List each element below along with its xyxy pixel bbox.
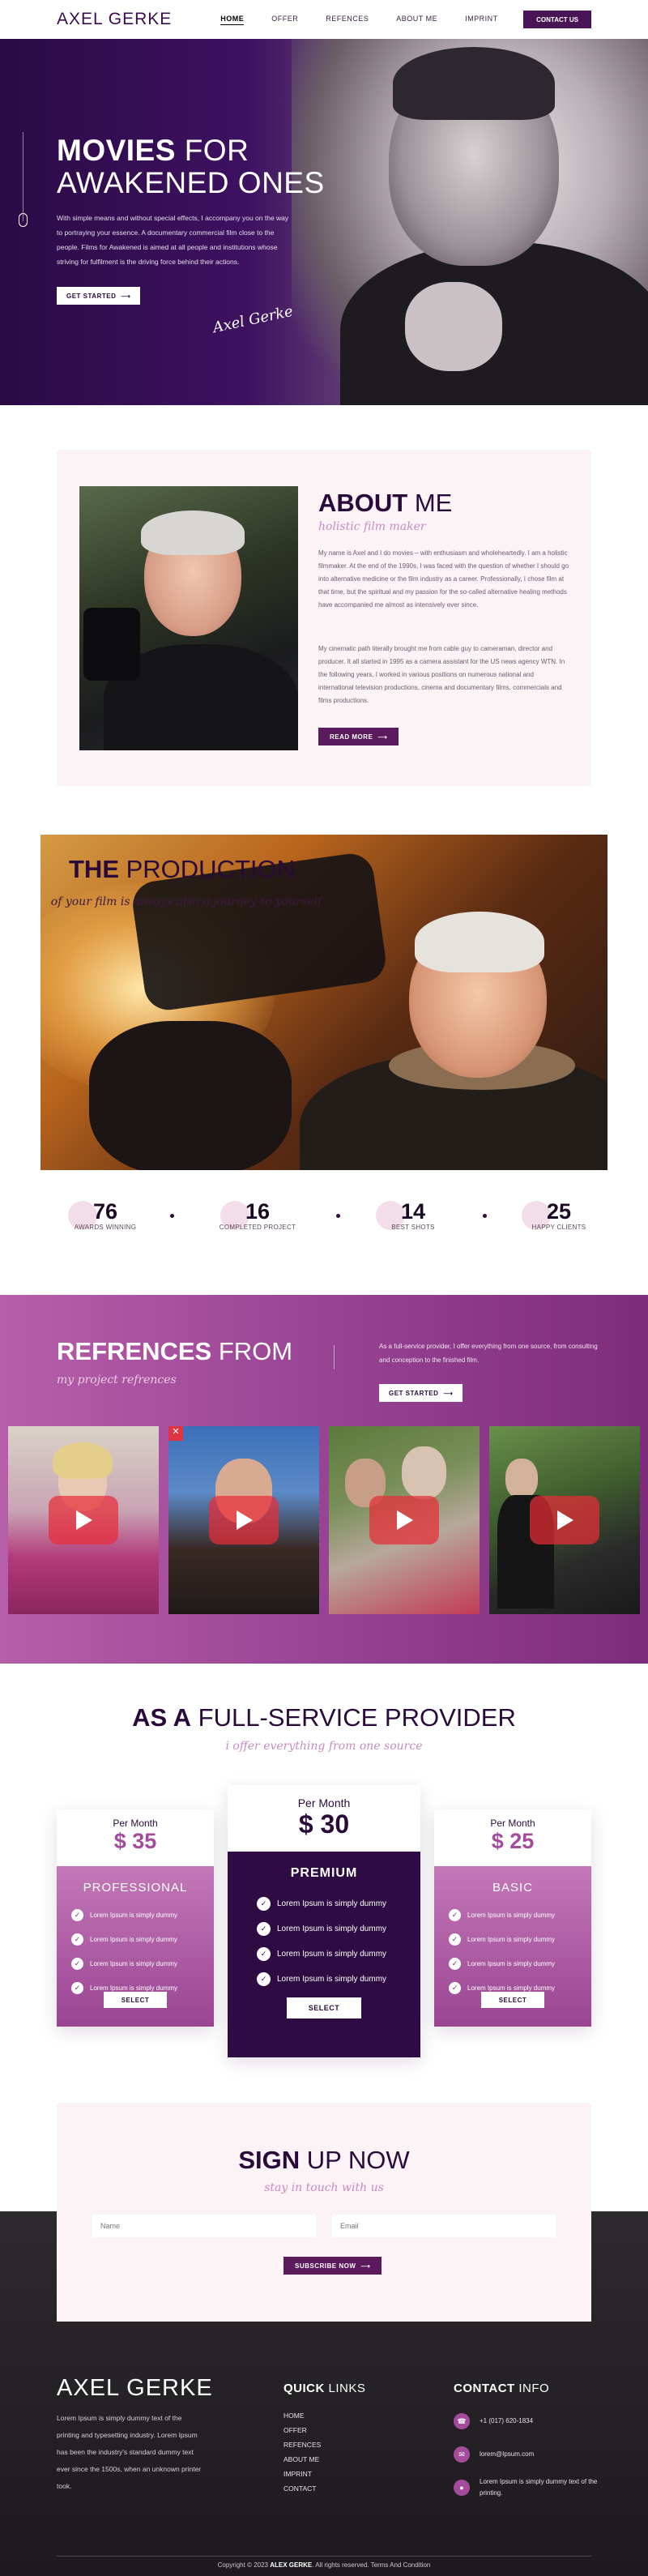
arrow-right-icon: ⟶: [121, 292, 131, 300]
hero-get-started-button[interactable]: GET STARTED ⟶: [57, 287, 141, 305]
signature: Axel Gerke: [211, 302, 295, 337]
play-icon[interactable]: [530, 1496, 599, 1544]
plan-card-professional: Per Month $ 35 PROFESSIONAL ✓ Lorem Ipsum…: [57, 1809, 214, 2027]
footer-link-contact[interactable]: CONTACT: [284, 2481, 321, 2496]
pricing-subtitle: i offer everything from one source: [225, 1740, 423, 1753]
stat-awards: 76 AWARDS WINNING: [57, 1199, 154, 1231]
check-icon: ✓: [71, 1909, 83, 1921]
references-title: REFRENCES FROM: [57, 1337, 293, 1365]
hero-photo: [292, 39, 648, 405]
scroll-mouse-icon: [19, 213, 28, 227]
stat-shots: 14 BEST SHOTS: [364, 1199, 462, 1231]
plan-card-premium: Per Month $ 30 PREMIUM ✓ Lorem Ipsum is s…: [228, 1785, 420, 2057]
signup-title: SIGN UP NOW: [238, 2146, 410, 2174]
play-icon[interactable]: [369, 1496, 439, 1544]
phone-icon: ☎: [454, 2413, 470, 2429]
check-icon: ✓: [71, 1958, 83, 1970]
references-subtitle: my project refrences: [57, 1373, 177, 1386]
nav-link-references[interactable]: REFENCES: [326, 15, 369, 25]
reference-video-4[interactable]: [489, 1426, 640, 1614]
about-title: ABOUT ME: [318, 489, 453, 517]
subscribe-button[interactable]: SUBSCRIBE NOW ⟶: [284, 2257, 382, 2275]
nav-links: HOME OFFER REFENCES ABOUT ME IMPRINT: [220, 15, 497, 25]
arrow-right-icon: ⟶: [443, 1389, 454, 1397]
production-section: THE PRODUCTION of your film is always al…: [40, 835, 608, 1170]
nav-link-about[interactable]: ABOUT ME: [396, 15, 437, 25]
contact-email[interactable]: ✉ lorem@Ipsum.com: [454, 2446, 599, 2463]
production-title: THE PRODUCTION: [69, 855, 295, 883]
select-button-premium[interactable]: SELECT: [287, 1997, 361, 2019]
footer-link-imprint[interactable]: IMPRINT: [284, 2467, 321, 2481]
nav-link-home[interactable]: HOME: [220, 15, 245, 25]
check-icon: ✓: [449, 1958, 461, 1970]
contact-address: ● Lorem Ipsum is simply dummy text of the…: [454, 2476, 599, 2499]
signup-section: SIGN UP NOW stay in touch with us SUBSCR…: [57, 2103, 591, 2322]
footer-link-references[interactable]: REFENCES: [284, 2437, 321, 2452]
references-section: REFRENCES FROM my project refrences As a…: [0, 1295, 648, 1664]
check-icon: ✓: [257, 1897, 271, 1911]
pricing-title: AS A FULL-SERVICE PROVIDER: [132, 1703, 516, 1732]
plan-price: $ 25: [491, 1829, 535, 1853]
about-photo: [79, 486, 298, 750]
play-icon[interactable]: [209, 1496, 279, 1544]
hero-section: MOVIES FOR AWAKENED ONES With simple mean…: [0, 39, 648, 405]
check-icon: ✓: [71, 1982, 83, 1994]
name-input[interactable]: [92, 2215, 316, 2237]
site-logo[interactable]: AXEL GERKE: [57, 10, 172, 29]
copyright: Copyright © 2023 ALEX GERKE. All rights …: [217, 2561, 431, 2569]
signup-subtitle: stay in touch with us: [264, 2181, 384, 2194]
plan-name: PROFESSIONAL: [83, 1881, 188, 1895]
stats-row: 76 AWARDS WINNING 16 COMPLETED PROJECT 1…: [57, 1199, 591, 1240]
plan-price: $ 35: [113, 1829, 157, 1853]
arrow-right-icon: ⟶: [377, 733, 388, 741]
play-icon[interactable]: [49, 1496, 118, 1544]
reference-video-3[interactable]: [329, 1426, 480, 1614]
about-subtitle: holistic film maker: [318, 520, 426, 533]
check-icon: ✓: [449, 1982, 461, 1994]
check-icon: ✓: [71, 1933, 83, 1946]
footer-link-offer[interactable]: OFFER: [284, 2423, 321, 2437]
footer-about: Lorem Ipsum is simply dummy text of the …: [57, 2414, 202, 2490]
about-section: ABOUT ME holistic film maker My name is …: [57, 450, 591, 786]
contact-phone[interactable]: ☎ +1 (017) 620-1834: [454, 2413, 599, 2429]
check-icon: ✓: [257, 1922, 271, 1936]
close-icon[interactable]: ✕: [168, 1426, 183, 1441]
select-button-professional[interactable]: SELECT: [104, 1992, 167, 2008]
contact-us-button[interactable]: CONTACT US: [523, 11, 591, 28]
stat-projects: 16 COMPLETED PROJECT: [219, 1199, 296, 1231]
hero-text: With simple means and without special ef…: [57, 214, 289, 266]
check-icon: ✓: [257, 1972, 271, 1986]
references-text: As a full-service provider, I offer ever…: [379, 1343, 598, 1364]
check-icon: ✓: [257, 1947, 271, 1961]
reference-video-2[interactable]: ✕: [168, 1426, 319, 1614]
plan-card-basic: Per Month $ 25 BASIC ✓ Lorem Ipsum is sim…: [434, 1809, 591, 2027]
references-get-started-button[interactable]: GET STARTED ⟶: [379, 1384, 463, 1402]
production-subtitle: of your film is always also a journey to…: [50, 895, 322, 908]
read-more-button[interactable]: READ MORE ⟶: [318, 728, 399, 745]
hero-title: MOVIES FOR AWAKENED ONES: [57, 134, 325, 199]
location-icon: ●: [454, 2480, 470, 2496]
quick-links: HOME OFFER REFENCES ABOUT ME IMPRINT CON…: [284, 2408, 321, 2496]
contact-info-title: CONTACT INFO: [454, 2382, 550, 2395]
arrow-right-icon: ⟶: [360, 2262, 371, 2270]
about-paragraph-2: My cinematic path literally brought me f…: [318, 645, 565, 704]
check-icon: ✓: [449, 1909, 461, 1921]
select-button-basic[interactable]: SELECT: [481, 1992, 544, 2008]
nav-link-imprint[interactable]: IMPRINT: [465, 15, 498, 25]
footer-logo[interactable]: AXEL GERKE: [57, 2375, 213, 2402]
reference-video-1[interactable]: [8, 1426, 159, 1614]
quick-links-title: QUICK LINKS: [284, 2382, 366, 2395]
footer-link-home[interactable]: HOME: [284, 2408, 321, 2423]
check-icon: ✓: [449, 1933, 461, 1946]
plan-name: PREMIUM: [290, 1866, 358, 1880]
about-paragraph-1: My name is Axel and I do movies – with e…: [318, 549, 569, 609]
email-input[interactable]: [332, 2215, 556, 2237]
top-nav: AXEL GERKE HOME OFFER REFENCES ABOUT ME …: [0, 0, 648, 39]
nav-link-offer[interactable]: OFFER: [271, 15, 298, 25]
stat-clients: 25 HAPPY CLIENTS: [510, 1199, 608, 1231]
footer-link-about[interactable]: ABOUT ME: [284, 2452, 321, 2467]
plan-price: $ 30: [298, 1809, 350, 1839]
mail-icon: ✉: [454, 2446, 470, 2463]
plan-name: BASIC: [492, 1881, 533, 1895]
